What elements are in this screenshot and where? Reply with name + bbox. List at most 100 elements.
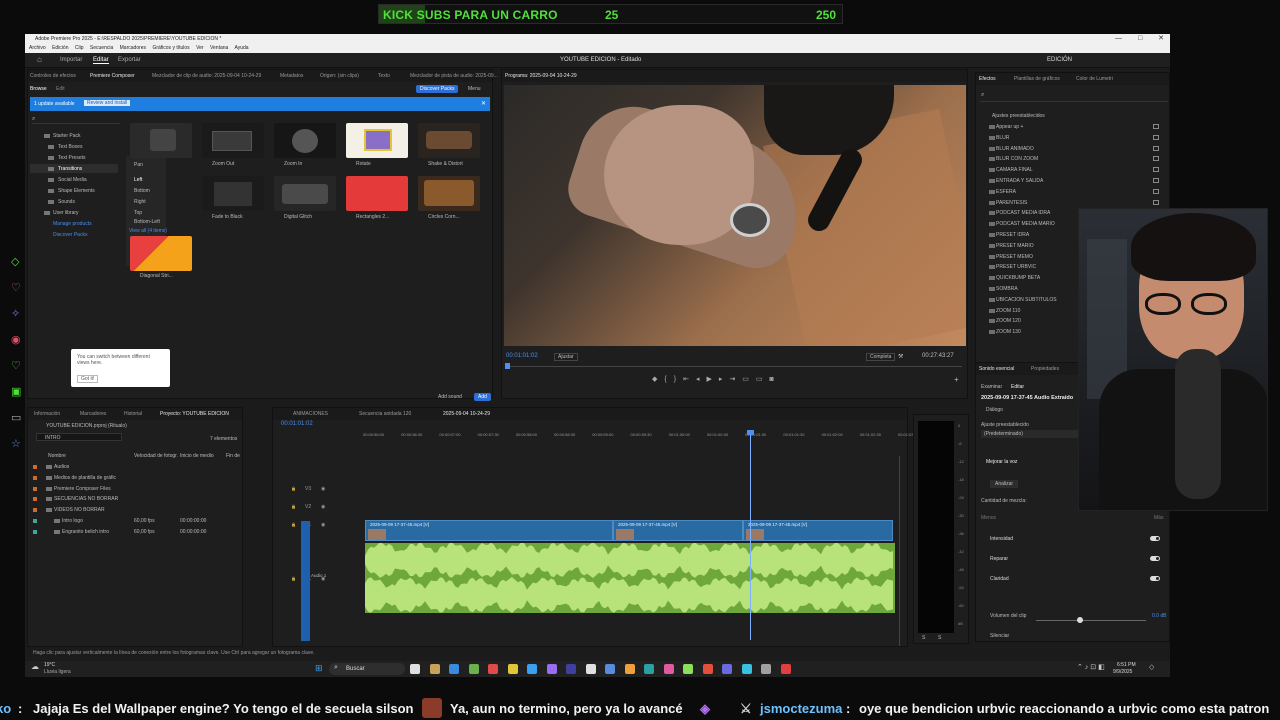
taskbar-app-icon[interactable] bbox=[605, 664, 615, 674]
tab-text[interactable]: Texto bbox=[378, 73, 390, 79]
tree-transitions[interactable]: Transitions bbox=[58, 166, 82, 172]
close-update-icon[interactable]: ✕ bbox=[481, 100, 486, 107]
taskbar-app-icon[interactable] bbox=[702, 664, 713, 674]
effect-preset-item[interactable]: BLUR CON ZOOM bbox=[996, 156, 1038, 162]
taskbar-app-icon[interactable] bbox=[488, 664, 498, 674]
presets-folder[interactable]: Ajustes preestablecidos bbox=[992, 113, 1045, 119]
mute-label[interactable]: Silenciar bbox=[990, 633, 1009, 639]
clip-volume-slider[interactable] bbox=[1036, 620, 1146, 621]
heart-outline-icon[interactable]: ♡ bbox=[11, 359, 21, 372]
menu-archivo[interactable]: Archivo bbox=[29, 45, 46, 51]
effect-preset-item[interactable]: QUICKBUMP BETA bbox=[996, 275, 1040, 281]
eye-icon[interactable]: ◉ bbox=[321, 504, 325, 510]
review-install-button[interactable]: Review and install bbox=[84, 100, 131, 106]
fit-dropdown[interactable]: Ajustar bbox=[554, 353, 578, 361]
marker-icon[interactable]: ◆ bbox=[652, 376, 664, 383]
project-item-name[interactable]: Premiere Composer Files bbox=[54, 486, 111, 492]
tab-premiere-composer[interactable]: Premiere Composer bbox=[90, 73, 135, 79]
tab-editar[interactable]: Editar bbox=[93, 57, 109, 64]
lock-icon[interactable]: 🔒 bbox=[291, 522, 296, 527]
thumb-diagonal-stripes[interactable] bbox=[130, 236, 192, 271]
tree-text-presets[interactable]: Text Presets bbox=[58, 155, 86, 161]
lock-icon[interactable]: 🔒 bbox=[291, 504, 296, 509]
thumb-pan[interactable] bbox=[130, 123, 192, 158]
taskbar-app-icon[interactable] bbox=[546, 664, 557, 674]
timeline-timecode[interactable]: 00:01:01:02 bbox=[281, 421, 313, 427]
taskbar-app-icon[interactable] bbox=[683, 664, 693, 674]
effect-preset-item[interactable]: ZOOM 110 bbox=[996, 308, 1020, 314]
go-to-in-icon[interactable]: ⇤ bbox=[683, 376, 696, 383]
got-it-button[interactable]: Got it! bbox=[77, 375, 99, 383]
tab-animaciones[interactable]: ANIMACIONES bbox=[293, 411, 328, 417]
program-title[interactable]: Programa: 2025-09-04 10-24-29 bbox=[505, 73, 577, 79]
taskbar-app-icon[interactable] bbox=[761, 664, 771, 674]
home-icon[interactable]: ⌂ bbox=[37, 55, 42, 64]
tab-effects[interactable]: Efectos bbox=[979, 76, 996, 82]
minimize-button[interactable]: — bbox=[1115, 35, 1122, 42]
taskbar-app-icon[interactable] bbox=[722, 664, 732, 674]
enhance-voice-section[interactable]: Mejorar la voz bbox=[986, 459, 1017, 465]
effect-preset-item[interactable]: PRESET MEMO bbox=[996, 254, 1033, 260]
solo-left[interactable]: S bbox=[922, 635, 925, 641]
source-patch[interactable] bbox=[301, 521, 310, 641]
video-clip[interactable]: 2025-09-09 17-37-45.mp4 [V] bbox=[743, 520, 893, 541]
menu-marcadores[interactable]: Marcadores bbox=[120, 45, 146, 51]
tree-user-library[interactable]: User library bbox=[53, 210, 79, 216]
eye-icon[interactable]: ◉ bbox=[11, 333, 21, 346]
track-label-v3[interactable]: V3 bbox=[305, 486, 311, 492]
effect-preset-item[interactable]: ZOOM 120 bbox=[996, 318, 1021, 324]
submenu-top[interactable]: Top bbox=[134, 210, 142, 216]
box-icon[interactable]: ▣ bbox=[11, 385, 21, 398]
audio-clip[interactable] bbox=[365, 543, 895, 613]
effect-preset-item[interactable]: BLUR ANIMADO bbox=[996, 146, 1034, 152]
close-button[interactable]: ✕ bbox=[1158, 35, 1164, 42]
menu-edicion[interactable]: Edición bbox=[52, 45, 68, 51]
preset-dropdown[interactable]: (Predeterminado) bbox=[981, 430, 1081, 438]
tab-effect-controls[interactable]: Controles de efectos bbox=[30, 73, 76, 79]
track-label-v2[interactable]: V2 bbox=[305, 504, 311, 510]
taskbar-app-icon[interactable] bbox=[410, 664, 420, 674]
row-reparar[interactable]: Reparar bbox=[990, 556, 1008, 562]
tab-exportar[interactable]: Exportar bbox=[118, 57, 141, 63]
thumb-rotate[interactable] bbox=[346, 123, 408, 158]
taskbar-app-icon[interactable] bbox=[585, 664, 596, 674]
effect-preset-item[interactable]: ENTRADA Y SALIDA bbox=[996, 178, 1043, 184]
row-claridad[interactable]: Claridad bbox=[990, 576, 1009, 582]
tab-essential-sound[interactable]: Sonido esencial bbox=[979, 366, 1014, 372]
diamond-icon[interactable]: ◇ bbox=[11, 255, 19, 268]
chat-icon[interactable]: ▭ bbox=[11, 411, 21, 424]
maximize-button[interactable]: □ bbox=[1138, 35, 1142, 42]
play-icon[interactable]: ▶ bbox=[706, 376, 718, 383]
thumb-zoom-out[interactable] bbox=[202, 123, 264, 158]
add-sound-label[interactable]: Add sound bbox=[438, 394, 462, 400]
wrench-icon[interactable]: ⚒ bbox=[898, 353, 903, 360]
taskbar-app-icon[interactable] bbox=[507, 664, 518, 674]
menu-ayuda[interactable]: Ayuda bbox=[234, 45, 248, 51]
tab-metadata[interactable]: Metadatos bbox=[280, 73, 303, 79]
program-timecode[interactable]: 00:01:01:02 bbox=[506, 353, 538, 359]
heart-icon[interactable]: ♡ bbox=[11, 281, 21, 294]
effect-preset-item[interactable]: ZOOM 130 bbox=[996, 329, 1021, 335]
tree-manage-products[interactable]: Manage products bbox=[53, 221, 92, 227]
effect-preset-item[interactable]: PODCAST MEDIA IDRA bbox=[996, 210, 1050, 216]
discover-packs-button[interactable]: Discover Packs bbox=[416, 85, 459, 93]
submenu-bottom-left[interactable]: Bottom-Left bbox=[134, 219, 160, 225]
effect-preset-item[interactable]: ESFERA bbox=[996, 189, 1016, 195]
in-point-icon[interactable]: { bbox=[664, 376, 673, 383]
tab-graphics-templates[interactable]: Plantillas de gráficos bbox=[1014, 76, 1060, 82]
effect-preset-item[interactable]: CAMARA FINAL bbox=[996, 167, 1033, 173]
tab-project[interactable]: Proyecto: YOUTUBE EDICION bbox=[160, 411, 229, 417]
tab-audio-track-mixer[interactable]: Mezclador de pista de audio: 2025-09... bbox=[410, 73, 498, 79]
reparar-toggle[interactable] bbox=[1150, 556, 1160, 561]
star-icon[interactable]: ✧ bbox=[11, 307, 20, 320]
clock-time[interactable]: 6:51 PM bbox=[1117, 662, 1136, 668]
tab-properties[interactable]: Propiedades bbox=[1031, 366, 1059, 372]
clip-volume-thumb[interactable] bbox=[1077, 617, 1083, 623]
eye-icon[interactable]: ◉ bbox=[321, 486, 325, 492]
tab-importar[interactable]: Importar bbox=[60, 57, 82, 63]
effects-search-icon[interactable]: ⌕ bbox=[981, 92, 984, 99]
tree-starter-pack[interactable]: Starter Pack bbox=[53, 133, 81, 139]
video-clip[interactable]: 2025-09-09 17-37-45.mp4 [V] bbox=[365, 520, 613, 541]
step-forward-icon[interactable]: ▸ bbox=[719, 376, 730, 383]
project-item-name[interactable]: Medios de plantilla de gráfic bbox=[54, 475, 116, 481]
